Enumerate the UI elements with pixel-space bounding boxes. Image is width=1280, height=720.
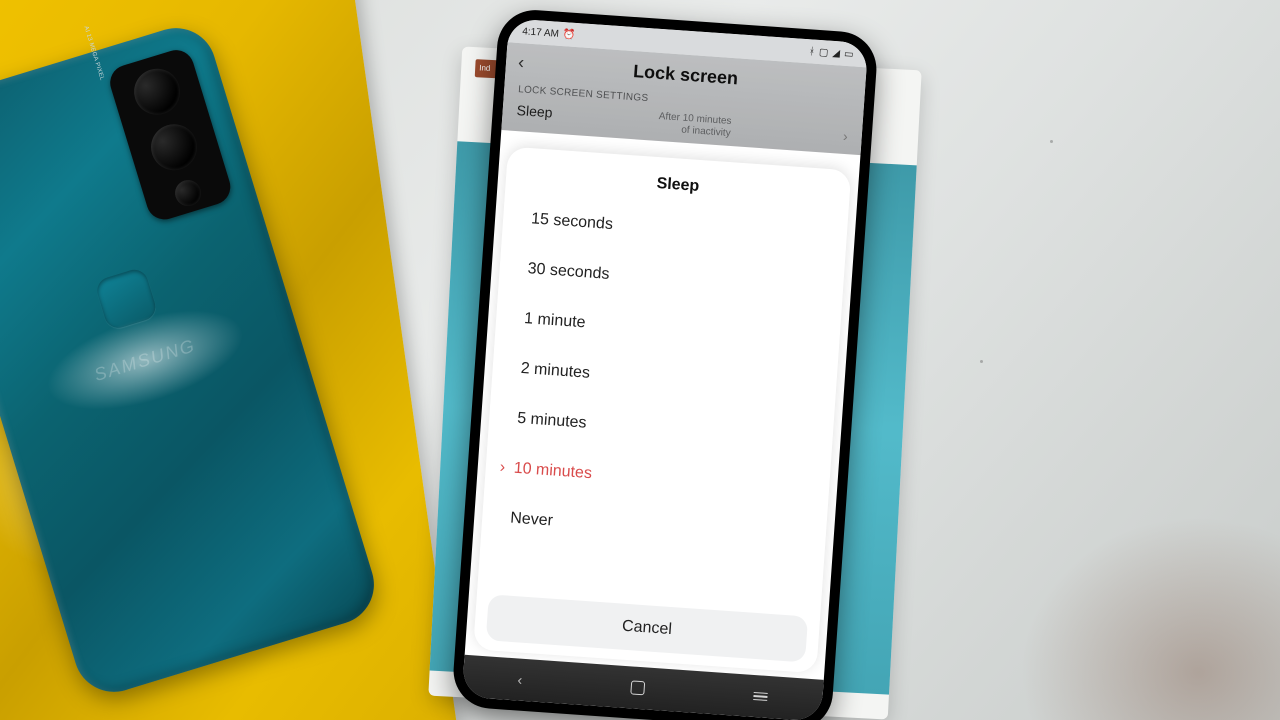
battery-icon: ▭ bbox=[844, 48, 854, 60]
speck bbox=[980, 360, 983, 363]
modal-options-list: 15 seconds30 seconds1 minute2 minutes5 m… bbox=[477, 192, 848, 611]
chevron-right-icon: › bbox=[843, 128, 849, 144]
nav-back-icon[interactable]: ‹ bbox=[517, 671, 523, 687]
signal-icon: ◢ bbox=[832, 47, 840, 59]
setting-key: Sleep bbox=[516, 102, 553, 126]
setting-value-line2: of inactivity bbox=[681, 125, 731, 139]
photo-scene: AI 13 MEGA PIXEL SAMSUNG Ind 4:17 AM ⏰ ᚼ… bbox=[0, 0, 1280, 720]
phone-screen: 4:17 AM ⏰ ᚼ ▢ ◢ ▭ ‹ Lock screen LOCK SCR… bbox=[462, 18, 869, 720]
back-button[interactable]: ‹ bbox=[517, 53, 524, 71]
primary-phone: 4:17 AM ⏰ ᚼ ▢ ◢ ▭ ‹ Lock screen LOCK SCR… bbox=[451, 8, 879, 720]
thumb-shadow bbox=[990, 490, 1280, 720]
nav-recents-icon[interactable] bbox=[754, 692, 769, 701]
brand-logo: SAMSUNG bbox=[92, 335, 199, 386]
camera-lens-icon bbox=[172, 177, 204, 209]
status-time: 4:17 AM bbox=[522, 26, 559, 40]
setting-value: After 10 minutes of inactivity bbox=[658, 111, 732, 140]
fingerprint-sensor-icon bbox=[94, 266, 159, 331]
camera-lens-icon bbox=[145, 118, 202, 175]
alarm-icon: ⏰ bbox=[563, 29, 576, 41]
speck bbox=[1050, 140, 1053, 143]
nav-home-icon[interactable] bbox=[631, 680, 646, 695]
camera-lens-icon bbox=[128, 63, 185, 120]
camera-module bbox=[106, 46, 235, 224]
vibrate-icon: ▢ bbox=[819, 46, 829, 58]
bluetooth-icon: ᚼ bbox=[809, 46, 816, 57]
sleep-modal-sheet: Sleep 15 seconds30 seconds1 minute2 minu… bbox=[473, 147, 851, 674]
